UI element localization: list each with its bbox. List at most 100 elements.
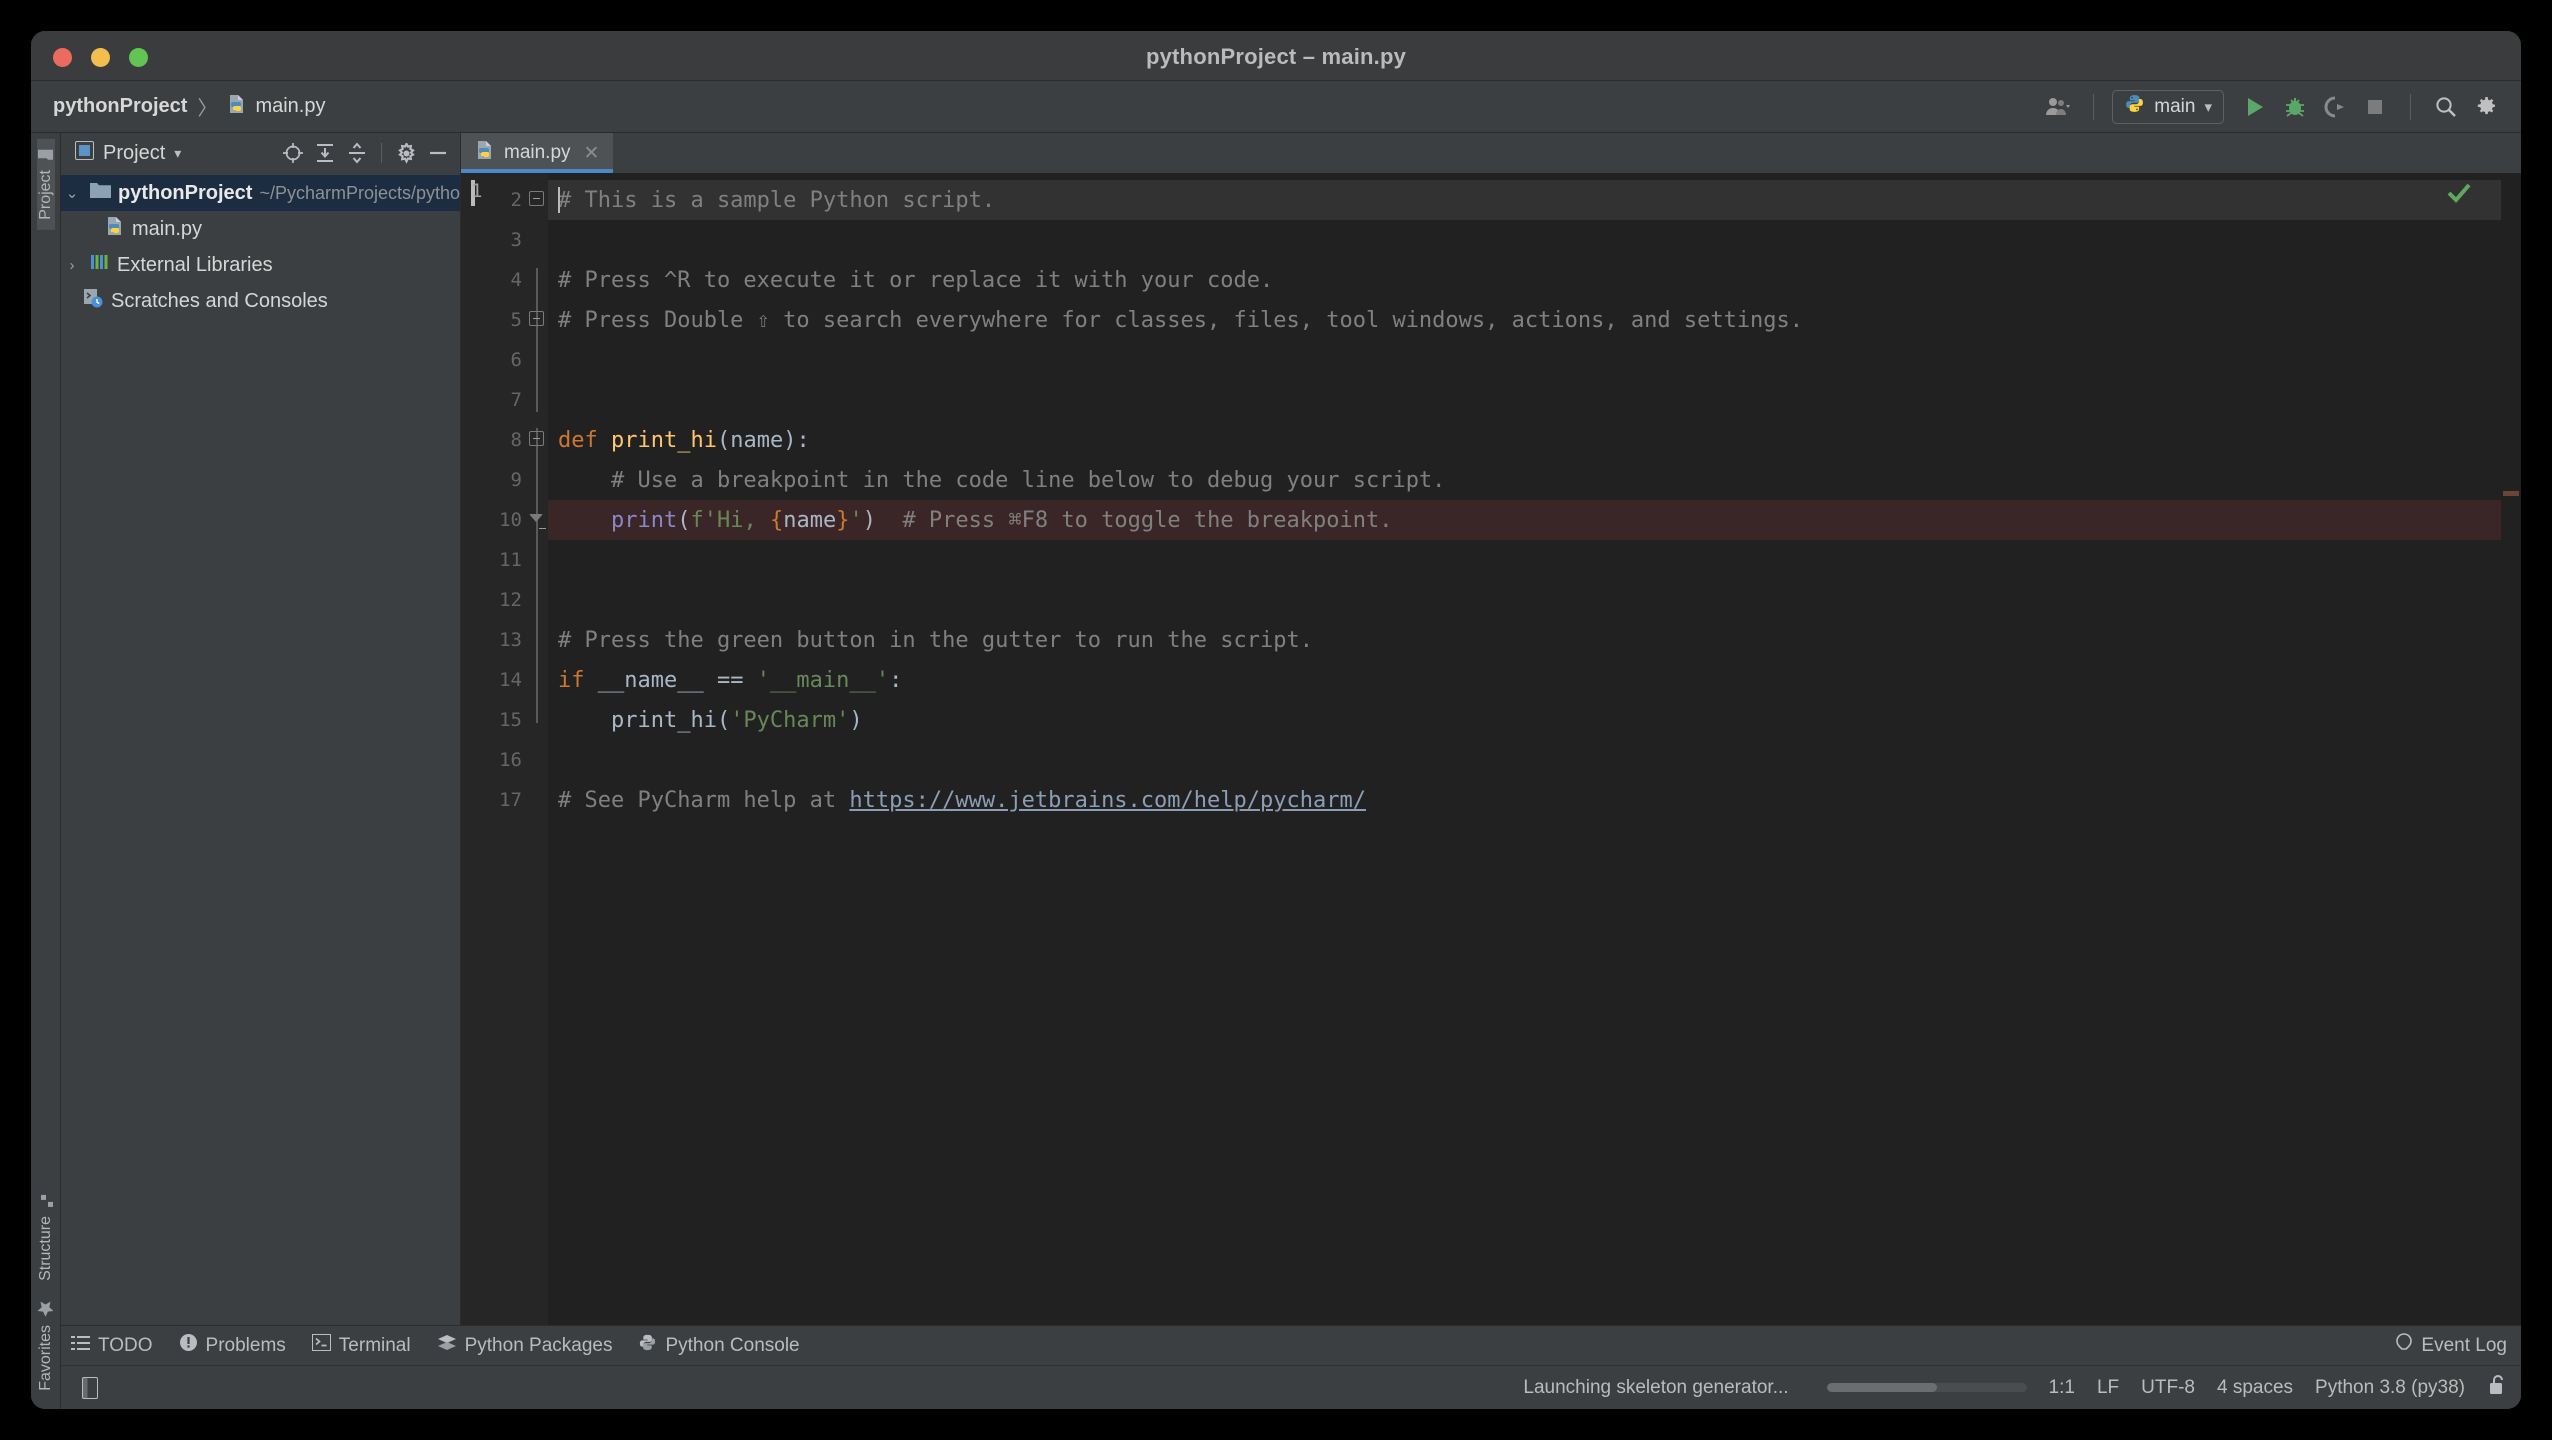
toolbar-separator-1: [2093, 93, 2095, 120]
code-line[interactable]: print_hi('PyCharm'): [548, 700, 2501, 740]
inspection-status-widget[interactable]: [2437, 173, 2481, 213]
fold-collapse-icon[interactable]: [529, 191, 544, 206]
unlocked-icon[interactable]: [2487, 1374, 2507, 1401]
caret-position[interactable]: 1:1: [2049, 1377, 2075, 1399]
run-configuration-selector[interactable]: main ▾: [2112, 89, 2224, 124]
keyword-def: def: [558, 427, 598, 453]
code-line[interactable]: # Press Double ⇧ to search everywhere fo…: [548, 300, 2501, 340]
fold-collapse-icon[interactable]: [529, 431, 544, 446]
debug-button[interactable]: [2278, 90, 2312, 124]
string-main: '__main__': [756, 667, 890, 693]
code-line[interactable]: def print_hi (name):: [548, 420, 2501, 460]
chevron-right-icon[interactable]: ›: [61, 257, 83, 274]
scratch-icon: [83, 288, 104, 314]
line-separator[interactable]: LF: [2097, 1377, 2119, 1399]
close-icon[interactable]: ✕: [584, 142, 600, 165]
breadcrumb-item-project[interactable]: pythonProject: [53, 95, 187, 118]
tree-item-label: pythonProject: [118, 181, 253, 204]
fold-end-icon[interactable]: [529, 514, 546, 529]
run-with-coverage-button[interactable]: [2318, 90, 2352, 124]
code-line[interactable]: [548, 740, 2501, 780]
code-line[interactable]: # Press the green button in the gutter t…: [548, 620, 2501, 660]
fold-row: [526, 380, 548, 420]
event-log-button[interactable]: Event Log: [2395, 1332, 2507, 1359]
status-message: Launching skeleton generator...: [1523, 1376, 1789, 1398]
fold-collapse-icon[interactable]: [529, 311, 544, 326]
line-number: 6: [510, 349, 522, 371]
tool-window-button-python-console[interactable]: Python Console: [638, 1333, 800, 1358]
ok-check-icon: [2447, 183, 2471, 203]
code-line[interactable]: [548, 340, 2501, 380]
project-title-label: Project: [103, 141, 166, 164]
tool-window-button-todo[interactable]: TODO: [71, 1335, 153, 1357]
builtin-print: print: [610, 507, 678, 533]
code-line-text: # This is a sample Python script.: [558, 187, 996, 213]
code-line[interactable]: if __name__ == '__main__':: [548, 660, 2501, 700]
code-line[interactable]: [548, 540, 2501, 580]
hide-icon[interactable]: [424, 139, 452, 167]
breadcrumb-item-file[interactable]: main.py: [227, 94, 325, 120]
gear-icon[interactable]: [2469, 90, 2503, 124]
structure-icon: [37, 1194, 55, 1208]
collapse-all-icon[interactable]: [343, 139, 371, 167]
sidebar-item-favorites[interactable]: Favorites: [37, 1291, 55, 1401]
navigation-bar: pythonProject 〉 main.py main ▾: [31, 81, 2521, 133]
sidebar-item-structure[interactable]: Structure: [37, 1184, 55, 1291]
run-button[interactable]: [2238, 90, 2272, 124]
python-interpreter[interactable]: Python 3.8 (py38): [2315, 1377, 2465, 1399]
indent-setting[interactable]: 4 spaces: [2217, 1377, 2293, 1399]
chevron-down-icon[interactable]: ⌄: [61, 184, 83, 202]
project-view-selector[interactable]: Project ▾: [75, 140, 182, 166]
search-icon[interactable]: [2429, 90, 2463, 124]
editor-marker-bar[interactable]: [2501, 173, 2521, 1325]
packages-icon: [437, 1334, 457, 1358]
navbar-actions: main ▾: [2041, 89, 2503, 124]
code-line[interactable]: # Use a breakpoint in the code line belo…: [548, 460, 2501, 500]
help-url-link[interactable]: https://www.jetbrains.com/help/pycharm/: [849, 788, 1366, 813]
toggle-tool-windows-button[interactable]: [71, 1375, 103, 1401]
code-line[interactable]: [548, 220, 2501, 260]
main-content: Project ▾ ⌄ pythonProject ~/PycharmProje…: [61, 133, 2521, 1409]
tool-window-button-python-packages[interactable]: Python Packages: [437, 1334, 612, 1358]
code-editor[interactable]: # This is a sample Python script. # Pres…: [548, 173, 2501, 1325]
gear-icon[interactable]: [392, 139, 420, 167]
code-line-text: # Press Double ⇧ to search everywhere fo…: [558, 307, 1804, 333]
code-line[interactable]: # This is a sample Python script.: [548, 180, 2501, 220]
stripe-project-label: Project: [36, 170, 54, 220]
code-line[interactable]: # See PyCharm help at https://www.jetbra…: [548, 780, 2501, 820]
line-number: 8: [510, 429, 522, 451]
tool-window-bar-bottom: TODO Problems Terminal Python Packages P…: [61, 1325, 2521, 1365]
tool-window-button-terminal[interactable]: Terminal: [311, 1334, 411, 1357]
balloon-icon: [2395, 1332, 2413, 1359]
file-encoding[interactable]: UTF-8: [2141, 1377, 2195, 1399]
code-line-breakpoint[interactable]: print(f'Hi, {name} ') # Press ⌘F8 to togg…: [548, 500, 2501, 540]
editor-fold-strip[interactable]: [526, 173, 548, 1325]
tab-main-py[interactable]: main.py ✕: [461, 133, 614, 173]
tree-item-scratches-and-consoles[interactable]: Scratches and Consoles: [61, 283, 460, 319]
code-line[interactable]: [548, 820, 2501, 860]
editor-gutter[interactable]: 1 2 3 4 5 6 7 8 9 10 11 12 13 14 15 16 1…: [461, 173, 526, 1325]
expand-all-icon[interactable]: [311, 139, 339, 167]
tool-window-button-problems[interactable]: Problems: [179, 1333, 286, 1358]
stop-button[interactable]: [2358, 90, 2392, 124]
tree-item-pythonproject[interactable]: ⌄ pythonProject ~/PycharmProjects/python…: [61, 175, 460, 211]
code-line-text: # Use a breakpoint in the code line belo…: [558, 467, 1446, 493]
code-line[interactable]: [548, 380, 2501, 420]
code-line[interactable]: [548, 580, 2501, 620]
python-icon: [638, 1333, 657, 1358]
tree-item-main-py[interactable]: main.py: [61, 211, 460, 247]
code-line[interactable]: # Press ^R to execute it or replace it w…: [548, 260, 2501, 300]
line-number: 10: [499, 509, 522, 531]
locate-icon[interactable]: [279, 139, 307, 167]
project-tool-window: Project ▾ ⌄ pythonProject ~/PycharmProje…: [61, 133, 461, 1325]
code-line-text: # Press the green button in the gutter t…: [558, 627, 1313, 653]
chevron-down-icon: ▾: [174, 144, 182, 161]
star-icon: [37, 1301, 55, 1318]
project-toolbar: [279, 139, 452, 167]
breakpoint-marker[interactable]: [2503, 491, 2519, 496]
tree-item-external-libraries[interactable]: › External Libraries: [61, 247, 460, 283]
tree-item-path: ~/PycharmProjects/pythonProject: [259, 182, 460, 203]
user-icon[interactable]: [2041, 90, 2075, 124]
line-number: 12: [499, 589, 522, 611]
sidebar-item-project[interactable]: Project: [36, 139, 55, 230]
